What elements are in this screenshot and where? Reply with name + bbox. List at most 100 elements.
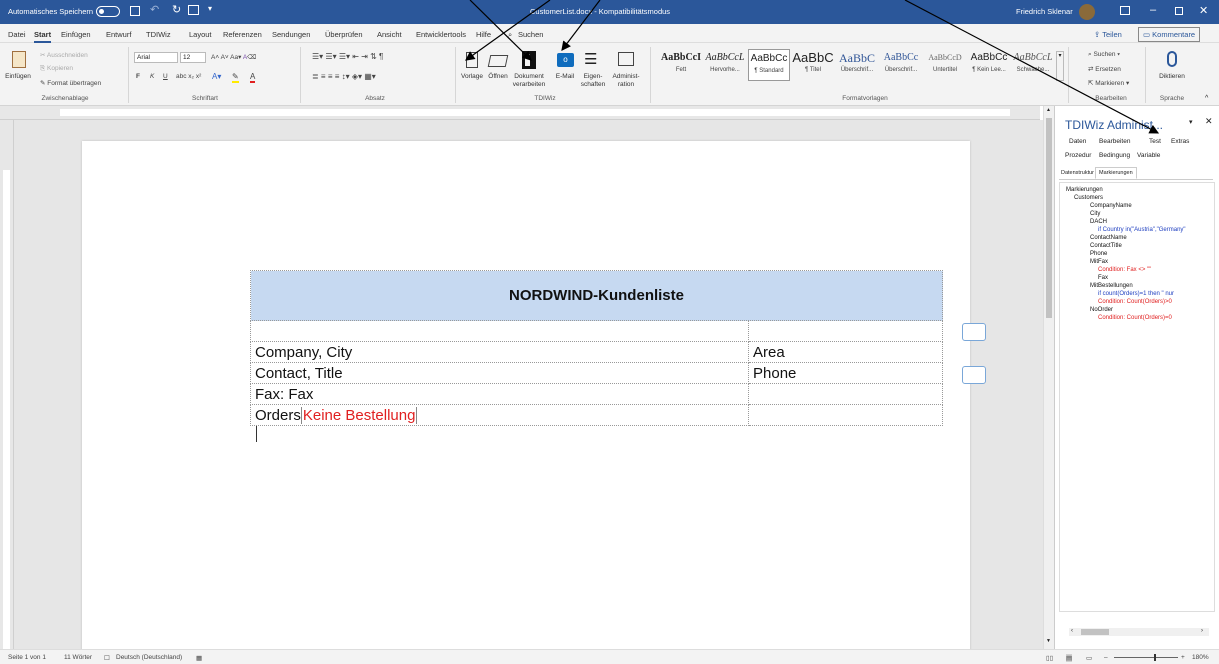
style-schwache-hervorhebung[interactable]: AaBbCcL Schwache... — [1012, 49, 1054, 81]
table-cell[interactable]: Area — [748, 341, 943, 363]
minimize-icon[interactable]: – — [1150, 4, 1156, 16]
administration-button[interactable]: Administ-ration — [609, 49, 643, 93]
style-standard[interactable]: AaBbCc ¶ Standard — [748, 49, 790, 81]
select-button[interactable]: ⇱ Markieren ▾ — [1088, 79, 1129, 87]
tab-einfuegen[interactable]: Einfügen — [61, 30, 91, 39]
avatar[interactable] — [1079, 4, 1095, 20]
text-effects-icon[interactable]: A▾ — [212, 72, 221, 81]
tree-node[interactable]: if Country in("Austria","Germany" — [1098, 227, 1186, 233]
tab-entwurf[interactable]: Entwurf — [106, 30, 131, 39]
dictate-button[interactable]: Diktieren — [1152, 49, 1192, 89]
styles-more-icon[interactable]: ▾ — [1056, 51, 1064, 81]
pane-menu-extras[interactable]: Extras — [1171, 138, 1189, 145]
style-fett[interactable]: AaBbCcI Fett — [660, 49, 702, 81]
style-titel[interactable]: AaBbC ¶ Titel — [792, 49, 834, 81]
pane-options-icon[interactable]: ▾ — [1189, 118, 1193, 126]
tab-tdiwiz[interactable]: TDIWiz — [146, 30, 171, 39]
pane-close-icon[interactable]: ✕ — [1205, 116, 1213, 127]
zoom-in-icon[interactable]: + — [1181, 654, 1185, 661]
pane-menu-test[interactable]: Test — [1149, 138, 1161, 145]
page-count[interactable]: Seite 1 von 1 — [8, 654, 46, 661]
find-button[interactable]: ⌕ Suchen ▾ — [1088, 51, 1120, 59]
font-size-select[interactable]: 12 — [180, 52, 206, 63]
template-button[interactable]: Vorlage — [458, 49, 486, 89]
replace-button[interactable]: ⇄ Ersetzen — [1088, 65, 1121, 73]
web-layout-icon[interactable]: ▭ — [1086, 654, 1092, 662]
ribbon-display-icon[interactable] — [1120, 6, 1130, 15]
scroll-down-icon[interactable]: ▼ — [1046, 638, 1051, 644]
horizontal-ruler[interactable] — [0, 106, 1040, 120]
tab-start[interactable]: Start — [34, 30, 52, 43]
strike-sub-super-icon[interactable]: abc x₂ x² — [176, 73, 201, 80]
list-icons[interactable]: ☰▾ ☰▾ ☰▾ ⇤ ⇥ ⇅ ¶ — [312, 52, 383, 61]
tree-node[interactable]: City — [1090, 211, 1100, 217]
user-name[interactable]: Friedrich Sklenar — [1016, 7, 1073, 16]
undo-icon[interactable]: ↶ — [150, 3, 159, 16]
tree-node[interactable]: Condition: Fax <> "" — [1098, 267, 1151, 273]
pane-scroll-thumb[interactable] — [1081, 629, 1109, 635]
tree-node[interactable]: MitFax — [1090, 259, 1108, 265]
word-count[interactable]: 11 Wörter — [64, 654, 92, 661]
close-icon[interactable]: ✕ — [1199, 4, 1208, 17]
tab-datei[interactable]: Datei — [8, 30, 26, 39]
grow-font-icon[interactable]: A˄ A˅ Aa▾ A⌫ — [211, 53, 256, 61]
pane-scroll-left-icon[interactable]: ‹ — [1071, 628, 1073, 634]
tab-layout[interactable]: Layout — [189, 30, 212, 39]
format-painter-button[interactable]: ✎ Format übertragen — [40, 79, 101, 87]
pane-sub-prozedur[interactable]: Prozedur — [1065, 152, 1091, 159]
table-cell[interactable]: Fax: Fax — [250, 383, 749, 405]
tags-tree[interactable]: Markierungen Customers CompanyName City … — [1059, 182, 1215, 612]
process-document-button[interactable]: Dokument verarbeiten — [512, 49, 546, 93]
pane-sub-bedingung[interactable]: Bedingung — [1099, 152, 1130, 159]
save-icon[interactable] — [130, 6, 140, 16]
tab-hilfe[interactable]: Hilfe — [476, 30, 491, 39]
tree-node[interactable]: DACH — [1090, 219, 1107, 225]
zoom-slider[interactable] — [1114, 654, 1178, 661]
bold-button[interactable]: F — [136, 73, 140, 80]
comment-icon[interactable] — [962, 323, 986, 341]
tab-entwicklertools[interactable]: Entwicklertools — [416, 30, 466, 39]
tree-node[interactable]: if count(Orders)=1 then " nur — [1098, 291, 1174, 297]
highlight-icon[interactable]: ✎ — [232, 72, 239, 83]
tab-markierungen[interactable]: Markierungen — [1095, 167, 1137, 179]
italic-button[interactable]: K — [150, 73, 154, 80]
table-cell[interactable]: Company, City — [250, 341, 749, 363]
table-cell[interactable]: Contact, Title — [250, 362, 749, 384]
pane-scroll-right-icon[interactable]: › — [1201, 628, 1203, 634]
underline-button[interactable]: U — [163, 73, 168, 80]
style-kein-leerraum[interactable]: AaBbCc ¶ Kein Lee... — [968, 49, 1010, 81]
page[interactable]: NORDWIND-Kundenliste Company, City Area C… — [82, 141, 986, 649]
tab-sendungen[interactable]: Sendungen — [272, 30, 310, 39]
maximize-icon[interactable] — [1175, 7, 1183, 15]
paste-button[interactable]: Einfügen — [5, 49, 34, 89]
style-hervorhebung[interactable]: AaBbCcL Hervorhe... — [704, 49, 746, 81]
align-icons[interactable]: ≣ ≡ ≡ ≡ ↕▾ ◈▾ ▦▾ — [312, 72, 376, 81]
style-ueberschrift-1[interactable]: AaBbC Überschrif... — [836, 49, 878, 81]
tree-node[interactable]: ContactTitle — [1090, 243, 1122, 249]
properties-button[interactable]: ☰ Eigen-schaften — [578, 49, 608, 93]
font-color-icon[interactable]: A — [250, 72, 256, 83]
zoom-out-icon[interactable]: – — [1104, 654, 1108, 661]
print-layout-icon[interactable]: ▤ — [1066, 654, 1073, 662]
vertical-ruler[interactable] — [0, 120, 14, 649]
table-header[interactable]: NORDWIND-Kundenliste — [250, 270, 943, 321]
style-untertitel[interactable]: AaBbCcD Untertitel — [924, 49, 966, 81]
table-cell[interactable] — [748, 404, 943, 426]
autosave-toggle[interactable] — [96, 6, 120, 17]
table-cell[interactable] — [250, 320, 749, 342]
scroll-up-icon[interactable]: ▲ — [1046, 107, 1051, 113]
redo-icon[interactable]: ↻ — [172, 3, 181, 16]
tree-node[interactable]: Customers — [1074, 195, 1103, 201]
cut-button[interactable]: ✂ Ausschneiden — [40, 51, 88, 59]
comment-icon[interactable] — [962, 366, 986, 384]
comments-button[interactable]: ▭ Kommentare — [1138, 27, 1201, 42]
language[interactable]: Deutsch (Deutschland) — [116, 654, 182, 661]
tree-node[interactable]: Condition: Count(Orders)>0 — [1098, 299, 1172, 305]
tree-node[interactable]: CompanyName — [1090, 203, 1132, 209]
customize-icon[interactable]: ▾ — [208, 4, 212, 13]
tree-node[interactable]: MitBestellungen — [1090, 283, 1133, 289]
table-cell[interactable]: Orders Keine Bestellung — [250, 404, 749, 426]
pane-horizontal-scrollbar[interactable]: ‹ › — [1069, 628, 1209, 636]
tree-node[interactable]: NoOrder — [1090, 307, 1113, 313]
proofing-icon[interactable]: ☐ — [104, 654, 110, 662]
